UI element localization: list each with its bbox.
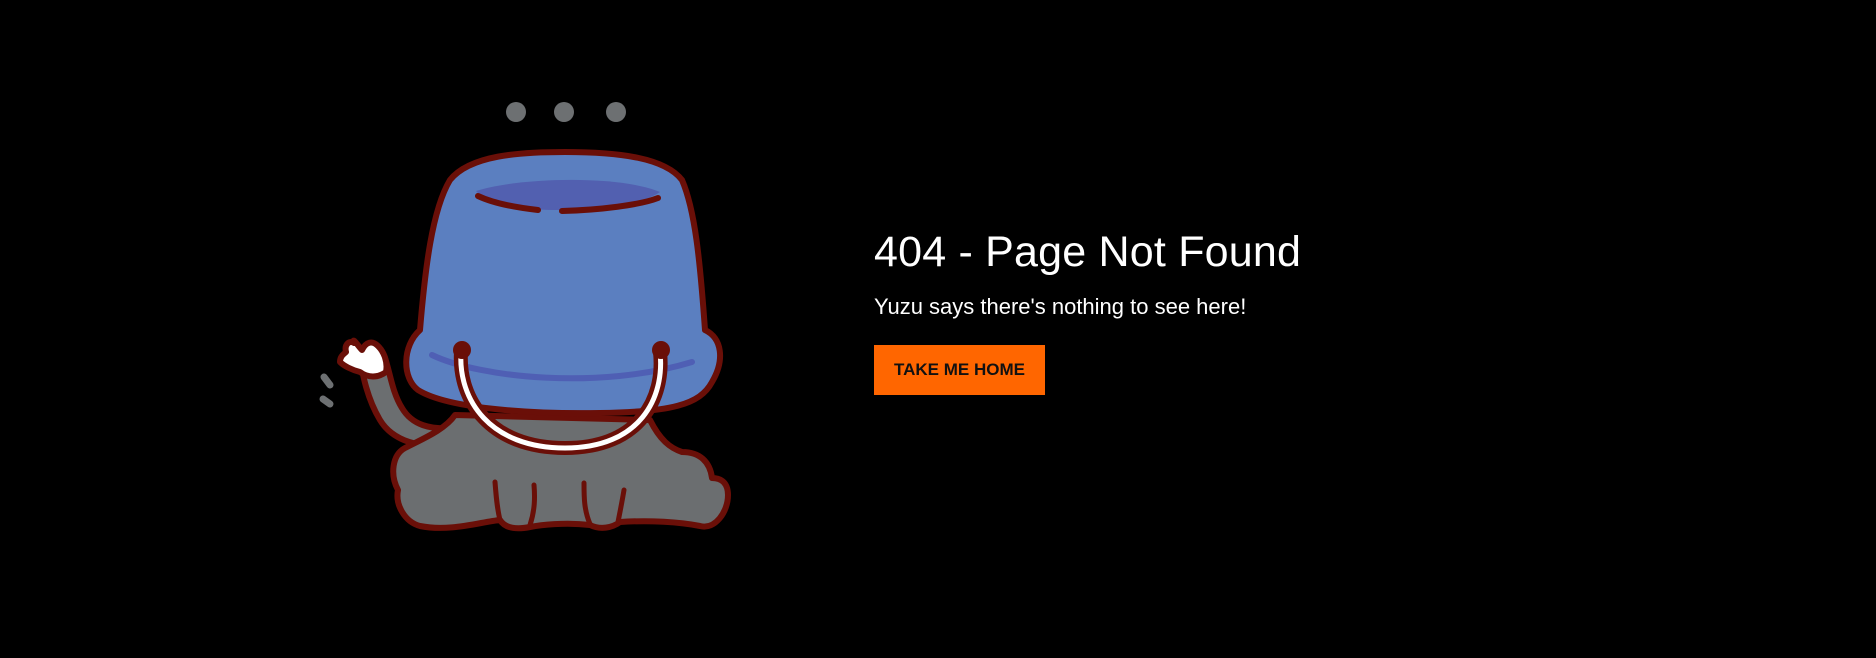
take-me-home-button[interactable]: TAKE ME HOME bbox=[874, 345, 1045, 395]
cat-body-icon bbox=[390, 412, 731, 532]
yuzu-cat-bucket-icon bbox=[300, 90, 750, 550]
thinking-dots-icon bbox=[506, 102, 626, 122]
error-content: 404 - Page Not Found Yuzu says there's n… bbox=[874, 222, 1574, 395]
page-title: 404 - Page Not Found bbox=[874, 228, 1302, 276]
motion-marks-icon bbox=[319, 373, 334, 408]
cat-tail-tip-icon bbox=[337, 337, 390, 380]
error-message: Yuzu says there's nothing to see here! bbox=[874, 294, 1247, 319]
not-found-page: 404 - Page Not Found Yuzu says there's n… bbox=[0, 0, 1876, 658]
